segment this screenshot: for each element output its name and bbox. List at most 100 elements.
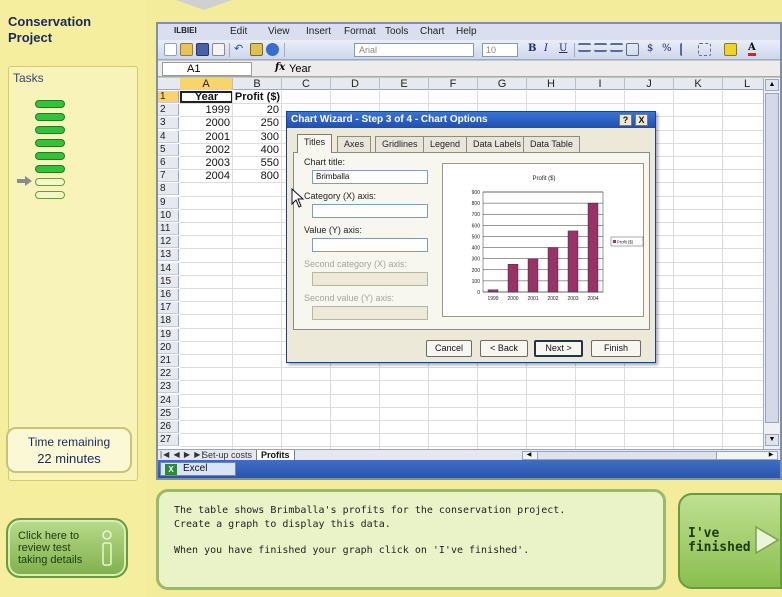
font-color-icon[interactable]: A [748,43,756,56]
help-icon[interactable] [266,43,279,56]
row-header-23[interactable]: 23 [158,381,179,394]
menu-insert[interactable]: Insert [306,26,331,37]
indent-icon[interactable] [680,43,693,56]
column-header-a[interactable]: A [180,78,233,90]
print-icon[interactable] [212,43,225,56]
new-icon[interactable] [164,43,177,56]
hscroll-thumb[interactable] [537,452,717,459]
table-cell[interactable]: 250 [233,117,282,129]
row-header-25[interactable]: 25 [158,407,179,420]
menu-view[interactable]: View [268,26,290,37]
scroll-down-arrow-icon[interactable]: ▼ [765,434,779,446]
row-header-18[interactable]: 18 [158,315,179,328]
table-cell[interactable]: 2004 [180,170,233,182]
tab-data-table[interactable]: Data Table [523,136,580,152]
currency-button[interactable]: $ [647,43,653,54]
tab-axes[interactable]: Axes [337,136,372,152]
horizontal-scrollbar[interactable]: ◀ ▶ [522,451,778,460]
row-header-10[interactable]: 10 [158,209,179,222]
font-name-select[interactable]: Arial [354,43,474,57]
row-header-14[interactable]: 14 [158,262,179,275]
column-header-h[interactable]: H [527,78,576,90]
row-header-11[interactable]: 11 [158,223,179,235]
column-header-k[interactable]: K [674,78,723,90]
menu-chart[interactable]: Chart [420,26,444,37]
dialog-help-button[interactable]: ? [619,114,632,126]
dialog-close-button[interactable]: X [635,114,648,126]
table-cell[interactable]: 1999 [180,104,233,116]
table-cell[interactable]: 400 [233,144,282,156]
scroll-thumb[interactable] [765,93,779,423]
table-cell[interactable]: 2003 [180,157,233,169]
underline-button[interactable]: U [559,43,567,54]
menu-tools[interactable]: Tools [385,26,408,37]
column-header-e[interactable]: E [380,78,429,90]
row-header-15[interactable]: 15 [158,275,179,288]
vertical-scrollbar[interactable]: ▲ ▼ [763,78,780,449]
row-header-2[interactable]: 2 [158,104,179,117]
scroll-right-arrow-icon[interactable]: ▶ [765,452,777,459]
next-button[interactable]: Next > [534,340,583,357]
row-header-24[interactable]: 24 [158,394,179,407]
row-header-6[interactable]: 6 [158,157,179,169]
menu-edit[interactable]: Edit [230,26,247,37]
merge-center-icon[interactable] [626,43,639,56]
chart-wizard-icon[interactable] [250,43,263,56]
scroll-up-arrow-icon[interactable]: ▲ [765,79,779,91]
review-test-details-button[interactable]: Click here to review test taking details [6,518,128,578]
table-cell[interactable]: 300 [233,131,282,143]
row-header-20[interactable]: 20 [158,341,179,354]
percent-button[interactable]: % [662,43,672,54]
table-cell[interactable]: 800 [233,170,282,182]
column-header-c[interactable]: C [282,78,331,90]
row-header-1[interactable]: 1 [158,91,179,103]
fill-color-icon[interactable] [724,43,737,56]
row-header-16[interactable]: 16 [158,289,179,301]
table-cell[interactable]: 2000 [180,117,233,129]
category-axis-input[interactable] [312,204,428,218]
tab-legend[interactable]: Legend [423,136,468,152]
table-cell[interactable]: 20 [233,104,282,116]
italic-button[interactable]: I [544,43,548,54]
row-header-27[interactable]: 27 [158,434,179,447]
row-header-7[interactable]: 7 [158,170,179,183]
row-header-13[interactable]: 13 [158,249,179,262]
column-header-f[interactable]: F [429,78,478,90]
formula-content[interactable]: Year [289,62,311,76]
back-button[interactable]: < Back [480,340,528,357]
chart-title-input[interactable]: Brimballa [312,170,428,184]
menu-help[interactable]: Help [456,26,477,37]
row-header-5[interactable]: 5 [158,143,179,156]
row-header-4[interactable]: 4 [158,130,179,143]
name-box[interactable]: A1 [162,62,252,76]
save-icon[interactable] [196,43,209,56]
open-icon[interactable] [180,43,193,56]
undo-icon[interactable]: ↶ [234,43,247,56]
table-cell[interactable]: 2001 [180,131,233,143]
tab-gridlines[interactable]: Gridlines [375,136,425,152]
row-header-12[interactable]: 12 [158,236,179,249]
table-cell[interactable]: 2002 [180,144,233,156]
sheet-tab-setup-costs[interactable]: Set-up costs [198,450,256,460]
row-header-26[interactable]: 26 [158,421,179,433]
row-header-9[interactable]: 9 [158,196,179,209]
column-header-l[interactable]: L [723,78,763,90]
taskbar-excel-button[interactable]: X Excel [160,462,236,476]
column-header-i[interactable]: I [576,78,625,90]
align-center-icon[interactable] [594,43,607,52]
menu-format[interactable]: Format [344,26,376,37]
finished-button[interactable]: I've finished [678,493,782,589]
row-header-3[interactable]: 3 [158,117,179,130]
row-header-19[interactable]: 19 [158,328,179,341]
align-left-icon[interactable] [578,43,591,52]
scroll-left-arrow-icon[interactable]: ◀ [523,452,535,459]
align-right-icon[interactable] [610,43,623,52]
row-header-8[interactable]: 8 [158,183,179,196]
tab-titles[interactable]: Titles [297,134,333,153]
column-header-g[interactable]: G [478,78,527,90]
column-header-d[interactable]: D [331,78,380,90]
font-size-select[interactable]: 10 [482,43,518,57]
row-header-21[interactable]: 21 [158,355,179,367]
row-header-22[interactable]: 22 [158,368,179,381]
column-header-j[interactable]: J [625,78,674,90]
